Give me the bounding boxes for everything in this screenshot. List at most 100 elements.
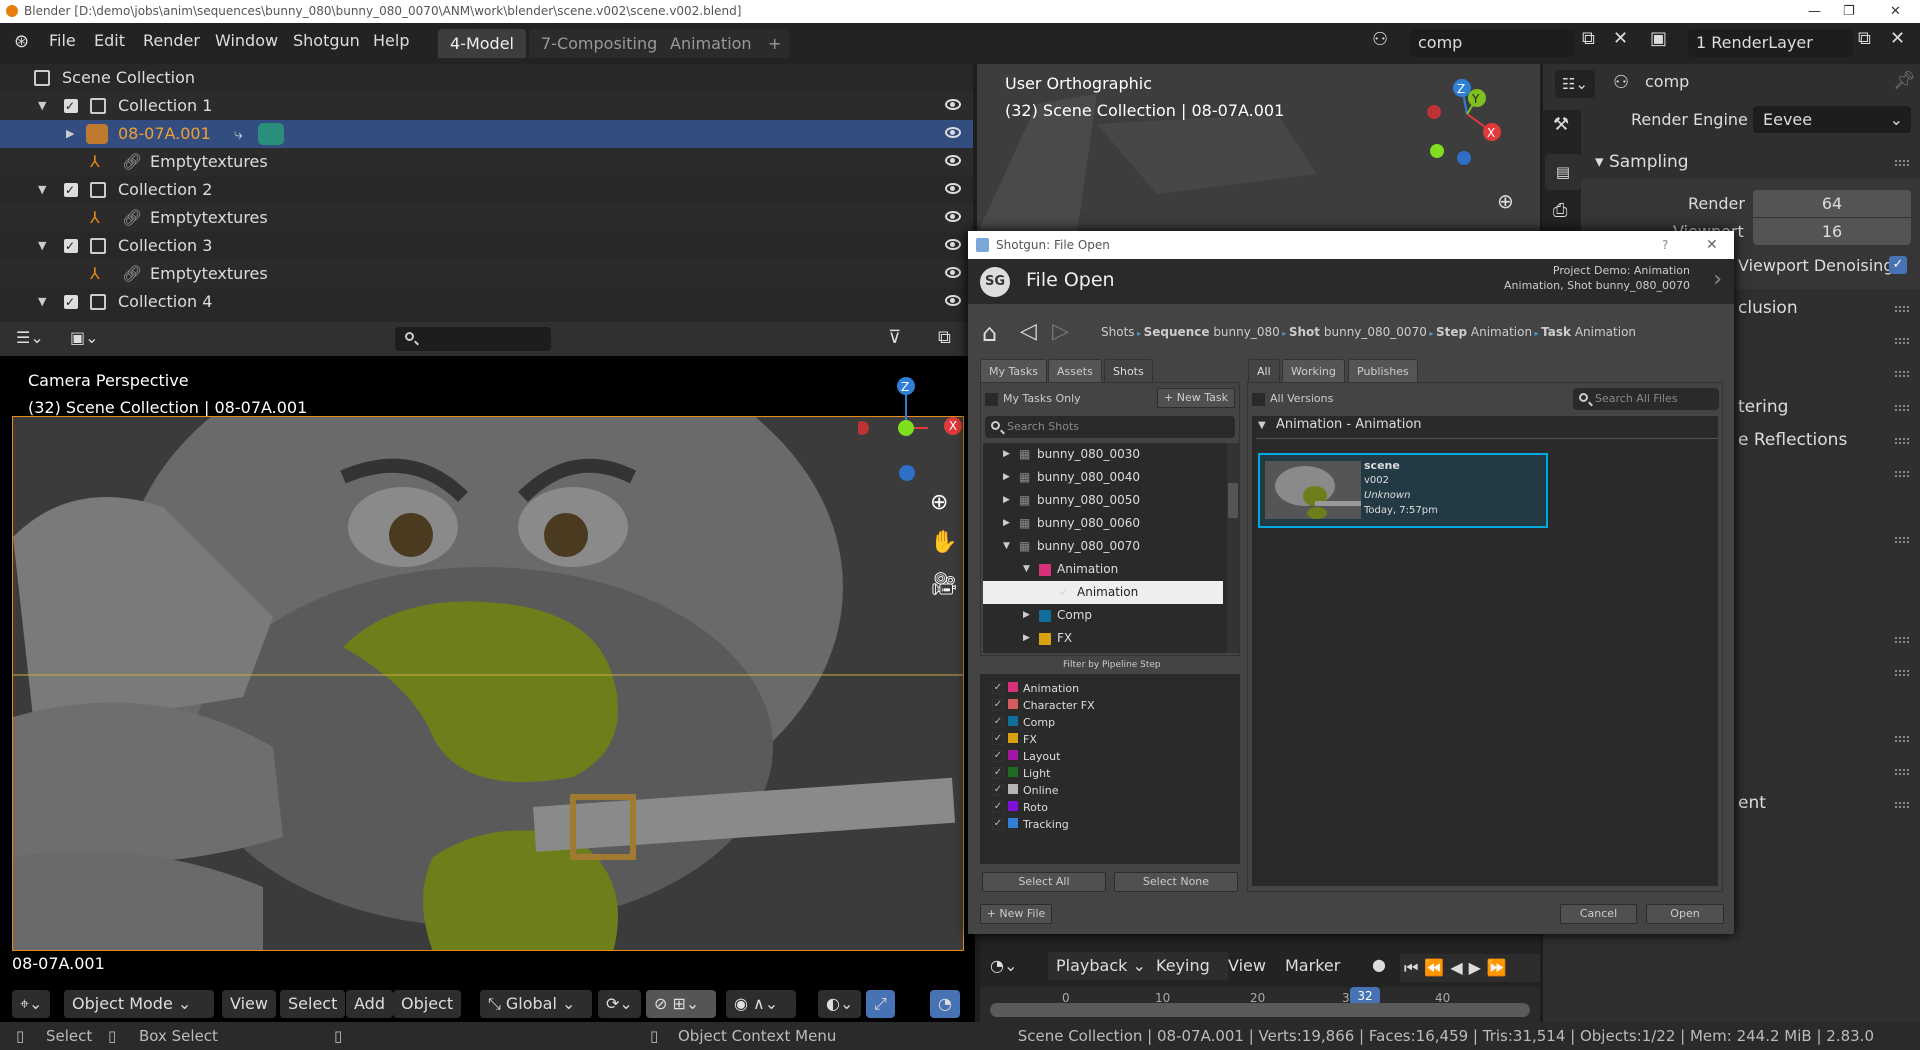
- filter-checkbox[interactable]: ✓: [992, 716, 1004, 728]
- zoom-view-icon[interactable]: ⊕: [930, 490, 948, 515]
- menu-view[interactable]: View: [1228, 956, 1266, 975]
- breadcrumb-item[interactable]: Step Animation: [1436, 325, 1532, 339]
- new-scene-icon[interactable]: ⧉: [1582, 28, 1595, 49]
- tree-item[interactable]: ▼ Animation: [983, 558, 1223, 581]
- expand-icon[interactable]: ▶: [1003, 443, 1010, 466]
- filter-checkbox[interactable]: ✓: [992, 733, 1004, 745]
- outliner-row-collection-1[interactable]: ▼ Collection 1: [0, 92, 973, 120]
- breadcrumb-item[interactable]: Shot bunny_080_0070: [1289, 325, 1427, 339]
- view-layer-selector[interactable]: 1 RenderLayer: [1688, 29, 1853, 57]
- tab-my-tasks[interactable]: My Tasks: [980, 359, 1047, 382]
- breadcrumb-item[interactable]: Task Animation: [1541, 325, 1636, 339]
- zoom-icon[interactable]: ⊕: [1497, 189, 1514, 213]
- expand-icon[interactable]: ▶: [66, 120, 74, 148]
- open-button[interactable]: Open: [1646, 904, 1724, 924]
- visibility-eye-icon[interactable]: [945, 239, 961, 250]
- proportional-edit-toggle[interactable]: ◉ ∧⌄: [726, 990, 796, 1018]
- expand-icon[interactable]: ▼: [38, 288, 46, 314]
- drag-handle-icon[interactable]: [1895, 670, 1909, 676]
- outliner-scene-collection[interactable]: Scene Collection: [0, 64, 973, 92]
- visibility-eye-icon[interactable]: [945, 99, 961, 110]
- view-layer-icon[interactable]: ▣: [1650, 28, 1667, 49]
- restore-button[interactable]: ❐: [1843, 0, 1855, 23]
- drag-handle-icon[interactable]: [1895, 471, 1909, 477]
- outliner-row-child[interactable]: ⅄ 🔗︎ Emptytextures: [0, 260, 973, 288]
- viewport-top[interactable]: User Orthographic (32) Scene Collection …: [977, 64, 1540, 234]
- navigation-gizmo[interactable]: Z Y X: [1407, 74, 1517, 184]
- expand-context-icon[interactable]: ›: [1713, 267, 1722, 292]
- scrollbar-thumb[interactable]: [1228, 483, 1238, 518]
- tree-item[interactable]: ▶ Comp: [983, 604, 1223, 627]
- tree-item[interactable]: ✓ Animation: [983, 581, 1223, 604]
- timeline-scrollbar[interactable]: [990, 1003, 1530, 1017]
- menu-window[interactable]: Window: [215, 31, 278, 50]
- file-item-scene[interactable]: scene v002 Unknown Today, 7:57pm: [1258, 453, 1548, 528]
- blender-menu-icon[interactable]: ⊛: [14, 31, 29, 52]
- drag-handle-icon[interactable]: [1895, 160, 1909, 166]
- minimize-button[interactable]: —: [1808, 0, 1821, 23]
- expand-icon[interactable]: ▶: [1003, 489, 1010, 512]
- search-files-input[interactable]: Search All Files: [1573, 388, 1719, 410]
- filter-checkbox[interactable]: ✓: [992, 767, 1004, 779]
- expand-icon[interactable]: ▼: [38, 176, 46, 204]
- exclude-checkbox[interactable]: [64, 288, 78, 314]
- tab-assets[interactable]: Assets: [1048, 359, 1102, 382]
- drag-handle-icon[interactable]: [1895, 769, 1909, 775]
- outliner-row-collection-3[interactable]: ▼ Collection 3: [0, 232, 973, 260]
- menu-render[interactable]: Render: [143, 31, 200, 50]
- panel-ambient-occlusion[interactable]: clusion: [1738, 298, 1798, 318]
- camera-view-icon[interactable]: 🎥︎: [930, 572, 958, 597]
- visibility-eye-icon[interactable]: [945, 211, 961, 222]
- tree-item[interactable]: ▶ ▦ bunny_080_0060: [983, 512, 1223, 535]
- home-icon[interactable]: ⌂: [982, 319, 997, 347]
- visibility-eye-icon[interactable]: [945, 183, 961, 194]
- all-versions-checkbox[interactable]: [1252, 393, 1265, 406]
- pan-hand-icon[interactable]: ✋: [930, 530, 957, 555]
- drag-handle-icon[interactable]: [1895, 637, 1909, 643]
- exclude-checkbox[interactable]: [64, 232, 78, 260]
- menu-edit[interactable]: Edit: [94, 31, 125, 50]
- overlays-toggle[interactable]: ◔: [930, 990, 960, 1018]
- filter-checkbox[interactable]: ✓: [992, 801, 1004, 813]
- tab-animation[interactable]: Animation: [658, 29, 764, 58]
- expand-icon[interactable]: ▶: [1003, 466, 1010, 489]
- tab-publishes[interactable]: Publishes: [1348, 359, 1418, 382]
- gizmo-x-axis[interactable]: X: [944, 417, 962, 435]
- tree-item[interactable]: ▶ FX: [983, 627, 1223, 650]
- tree-scrollbar[interactable]: [1227, 443, 1239, 653]
- collapse-group-icon[interactable]: ▼: [1258, 420, 1266, 431]
- filter-checkbox[interactable]: ✓: [992, 699, 1004, 711]
- output-tab-icon[interactable]: ⎙: [1553, 200, 1567, 221]
- expand-icon[interactable]: ▶: [1023, 627, 1030, 650]
- filter-checkbox[interactable]: ✓: [992, 818, 1004, 830]
- scene-icon[interactable]: ⚇: [1372, 29, 1388, 50]
- render-tab-icon[interactable]: ▤: [1545, 154, 1581, 190]
- tab-shots[interactable]: Shots: [1104, 359, 1153, 382]
- filter-icon[interactable]: ⊽: [888, 327, 901, 348]
- tree-item[interactable]: ▶ ▦ bunny_080_0050: [983, 489, 1223, 512]
- pivot-icon[interactable]: ⟳⌄: [598, 990, 641, 1018]
- drag-handle-icon[interactable]: [1895, 438, 1909, 444]
- record-icon[interactable]: ●: [1372, 955, 1386, 974]
- new-task-button[interactable]: + New Task: [1157, 388, 1235, 408]
- help-button[interactable]: ?: [1662, 231, 1668, 259]
- menu-help[interactable]: Help: [373, 31, 409, 50]
- drag-handle-icon[interactable]: [1895, 802, 1909, 808]
- tree-item[interactable]: ▼ ▦ bunny_080_0070: [983, 535, 1223, 558]
- add-workspace-button[interactable]: +: [760, 29, 790, 58]
- gizmo-toggle[interactable]: ⤢: [866, 990, 895, 1018]
- render-samples-field[interactable]: 64: [1753, 190, 1911, 217]
- editor-type-icon[interactable]: ▣⌄: [70, 328, 99, 347]
- tab-4-model[interactable]: 4-Model: [438, 29, 526, 58]
- pin-icon[interactable]: 📌︎: [1893, 70, 1916, 91]
- editor-type-icon[interactable]: ☷⌄: [1555, 70, 1595, 98]
- drag-handle-icon[interactable]: [1895, 405, 1909, 411]
- tree-item[interactable]: ▶ ▦ bunny_080_0040: [983, 466, 1223, 489]
- visibility-eye-icon[interactable]: [945, 295, 961, 306]
- breadcrumb-item[interactable]: Shots: [1101, 325, 1135, 339]
- menu-shotgun[interactable]: Shotgun: [293, 31, 360, 50]
- search-shots-input[interactable]: Search Shots: [985, 416, 1235, 438]
- tab-all[interactable]: All: [1248, 359, 1280, 382]
- render-engine-dropdown[interactable]: Eevee ⌄: [1753, 106, 1911, 133]
- menu-playback[interactable]: Playback ⌄: [1048, 952, 1148, 980]
